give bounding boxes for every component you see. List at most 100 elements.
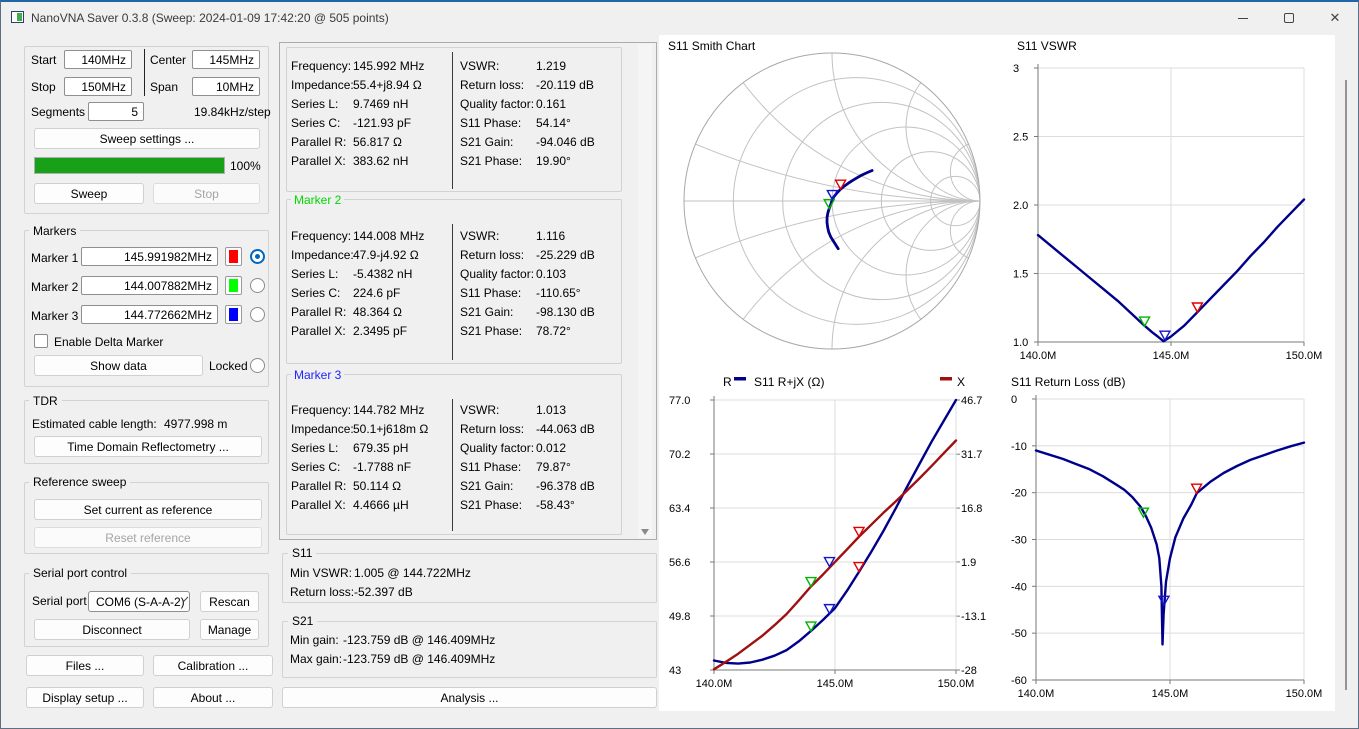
field-value: 224.6 pF <box>353 286 400 300</box>
detail-row: Frequency:145.992 MHz <box>291 56 449 75</box>
y-tick-label: -10 <box>1011 441 1027 453</box>
field-value: -123.759 dB @ 146.409MHz <box>343 652 495 666</box>
detail-row: Frequency:144.782 MHz <box>291 400 449 419</box>
detail-row: VSWR:1.219 <box>460 56 620 75</box>
minimize-button[interactable] <box>1220 2 1266 34</box>
files-button[interactable]: Files ... <box>26 655 144 676</box>
set-reference-button[interactable]: Set current as reference <box>34 499 262 520</box>
marker-select-radio[interactable] <box>250 307 265 322</box>
marker-detail-group: Frequency:145.992 MHzImpedance:55.4+j8.9… <box>286 47 622 192</box>
center-input[interactable] <box>192 50 260 69</box>
smith-chart[interactable]: S11 Smith Chart <box>660 37 1003 367</box>
field-value: -110.65° <box>536 286 581 300</box>
field-label: S11 Phase: <box>460 460 536 474</box>
serial-port-label: Serial port <box>32 594 87 608</box>
sweep-settings-button[interactable]: Sweep settings ... <box>34 128 260 149</box>
serial-port-select[interactable]: COM6 (S-A-A-2) <box>88 591 190 612</box>
field-label: S21 Gain: <box>460 305 536 319</box>
field-label: VSWR: <box>460 59 536 73</box>
locked-label: Locked <box>209 359 248 373</box>
maximize-button[interactable] <box>1266 2 1312 34</box>
field-label: Quality factor: <box>460 267 536 281</box>
rjx-chart[interactable]: 77.070.263.456.649.84346.731.716.81.9-13… <box>660 371 1003 703</box>
field-label: S21 Phase: <box>460 324 536 338</box>
charts-scrollbar-thumb[interactable] <box>1345 80 1347 690</box>
marker-detail-group: Marker 3Frequency:144.782 MHzImpedance:5… <box>286 374 622 535</box>
disconnect-button[interactable]: Disconnect <box>34 619 190 640</box>
marker-color <box>229 250 238 263</box>
marker-select-radio[interactable] <box>250 249 265 264</box>
x-tick-label: 150.0M <box>1286 688 1323 700</box>
about-button[interactable]: About ... <box>153 687 273 708</box>
marker-color <box>229 308 238 321</box>
sweep-button[interactable]: Sweep <box>34 183 144 204</box>
display-setup-button[interactable]: Display setup ... <box>26 687 144 708</box>
app-icon <box>11 11 24 23</box>
field-label: Series L: <box>291 441 353 455</box>
marker-color-swatch[interactable] <box>225 247 242 266</box>
detail-row: S21 Phase:78.72° <box>460 321 620 340</box>
column-divider <box>452 224 453 360</box>
field-value: 9.7469 nH <box>353 97 408 111</box>
analysis-button[interactable]: Analysis ... <box>282 687 657 708</box>
y2-tick-label: 31.7 <box>961 449 982 461</box>
marker-frequency-input[interactable] <box>81 276 218 295</box>
delta-marker-checkbox[interactable] <box>34 334 48 348</box>
start-input[interactable] <box>64 50 132 69</box>
y-tick-label: -20 <box>1011 488 1027 500</box>
scroll-down-icon[interactable] <box>641 529 649 535</box>
y-tick-label: -60 <box>1011 675 1027 687</box>
marker-label: Marker 3 <box>31 309 78 323</box>
detail-row: Parallel R:50.114 Ω <box>291 476 449 495</box>
field-value: -5.4382 nH <box>353 267 412 281</box>
vswr-chart[interactable]: 32.52.01.51.0140.0M145.0M150.0MS11 VSWR <box>1007 37 1355 367</box>
field-label: VSWR: <box>460 403 536 417</box>
detail-row: Frequency:144.008 MHz <box>291 226 449 245</box>
x-tick-label: 145.0M <box>1153 350 1190 362</box>
field-value: 48.364 Ω <box>353 305 402 319</box>
field-label: Min gain: <box>290 633 343 647</box>
field-value: -44.063 dB <box>536 422 595 436</box>
vswr-title: S11 VSWR <box>1017 39 1077 53</box>
marker-color-swatch[interactable] <box>225 305 242 324</box>
y-tick-label: 49.8 <box>669 611 690 623</box>
marker-select-radio[interactable] <box>250 278 265 293</box>
reset-reference-button[interactable]: Reset reference <box>34 527 262 548</box>
field-label: Parallel X: <box>291 324 353 338</box>
marker-frequency-input[interactable] <box>81 247 218 266</box>
detail-row: Series L:-5.4382 nH <box>291 264 449 283</box>
show-data-button[interactable]: Show data <box>34 355 203 376</box>
close-button[interactable]: ✕ <box>1312 2 1358 34</box>
calibration-button[interactable]: Calibration ... <box>153 655 273 676</box>
stop-input[interactable] <box>64 77 132 96</box>
locked-radio[interactable] <box>250 358 265 373</box>
stop-button[interactable]: Stop <box>153 183 260 204</box>
detail-row: Parallel R:56.817 Ω <box>291 132 449 151</box>
field-label: S21 Phase: <box>460 154 536 168</box>
charts-scrollbar[interactable] <box>1339 37 1353 711</box>
field-value: -96.378 dB <box>536 479 595 493</box>
field-label: Return loss: <box>460 422 536 436</box>
detail-row: VSWR:1.116 <box>460 226 620 245</box>
marker-color-swatch[interactable] <box>225 276 242 295</box>
marker-frequency-input[interactable] <box>81 305 218 324</box>
rloss-chart[interactable]: 0-10-20-30-40-50-60140.0M145.0M150.0MS11… <box>1007 371 1355 703</box>
detail-row: Impedance:50.1+j618m Ω <box>291 419 449 438</box>
detail-row: S11 Phase:54.14° <box>460 113 620 132</box>
rescan-button[interactable]: Rescan <box>200 591 259 612</box>
details-scrollbar[interactable] <box>638 44 652 538</box>
detail-row: S21 Phase:-58.43° <box>460 495 620 514</box>
field-value: 1.219 <box>536 59 566 73</box>
y-tick-label: 2.5 <box>1013 132 1028 144</box>
span-input[interactable] <box>192 77 260 96</box>
tdr-button[interactable]: Time Domain Reflectometry ... <box>34 436 262 457</box>
column-divider <box>452 52 453 189</box>
marker-detail-group-title: Marker 3 <box>291 368 344 382</box>
manage-button[interactable]: Manage <box>200 619 259 640</box>
x-tick-label: 145.0M <box>1152 688 1189 700</box>
detail-row: Impedance:47.9-j4.92 Ω <box>291 245 449 264</box>
field-label: Max gain: <box>290 652 343 666</box>
field-label: Series L: <box>291 97 353 111</box>
step-info: 19.84kHz/step <box>194 105 271 119</box>
segments-input[interactable] <box>88 102 144 121</box>
